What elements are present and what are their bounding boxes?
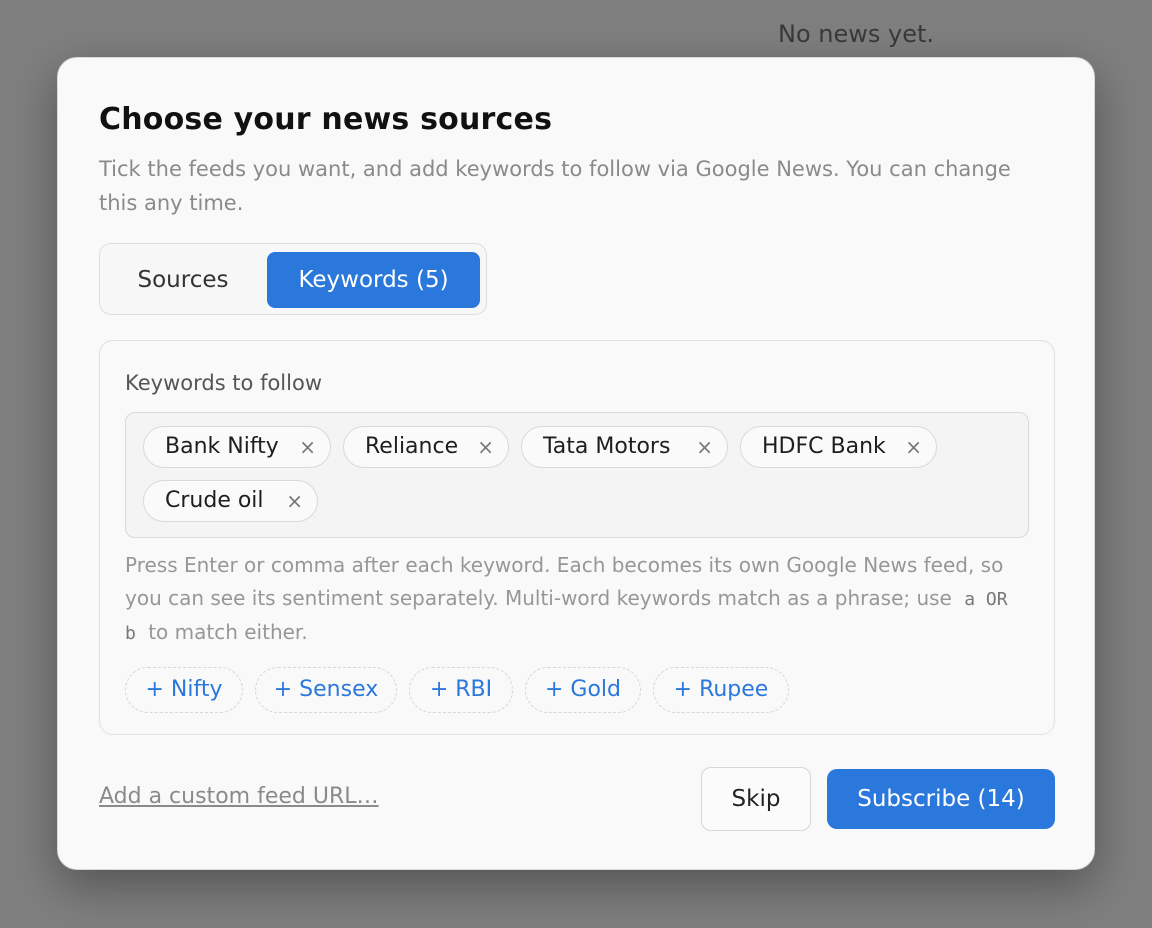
subscribe-button[interactable]: Subscribe (14) [827,769,1055,829]
tab-group: Sources Keywords (5) [99,243,487,315]
dialog-title: Choose your news sources [99,102,553,137]
keyword-chip: HDFC Bank × [740,426,937,468]
keyword-input-box[interactable]: Bank Nifty × Reliance × Tata Motors × HD… [125,412,1029,538]
remove-keyword-icon[interactable]: × [905,427,922,467]
keywords-label: Keywords to follow [125,371,322,395]
remove-keyword-icon[interactable]: × [286,481,303,521]
suggestion-chip-nifty[interactable]: + Nifty [125,667,243,713]
add-custom-feed-link[interactable]: Add a custom feed URL… [99,784,379,809]
suggestion-chip-sensex[interactable]: + Sensex [255,667,397,713]
suggestion-chip-rupee[interactable]: + Rupee [653,667,789,713]
keywords-panel: Keywords to follow Bank Nifty × Reliance… [99,340,1055,735]
help-text-part2: to match either. [148,620,308,644]
skip-button[interactable]: Skip [701,767,811,831]
keyword-chip: Bank Nifty × [143,426,331,468]
suggestion-chip-gold[interactable]: + Gold [525,667,641,713]
keyword-chip: Reliance × [343,426,509,468]
keyword-chip-label: Tata Motors [543,434,671,459]
keyword-chip-label: Reliance [365,434,459,459]
keywords-help-text: Press Enter or comma after each keyword.… [125,549,1035,650]
suggestion-chip-rbi[interactable]: + RBI [409,667,513,713]
help-text-part1: Press Enter or comma after each keyword.… [125,553,1004,610]
keyword-chip-label: Crude oil [165,488,264,513]
empty-state-text: No news yet. [778,20,935,48]
tab-keywords[interactable]: Keywords (5) [267,252,480,308]
keyword-chip-label: HDFC Bank [762,434,886,459]
news-sources-dialog: Choose your news sources Tick the feeds … [57,57,1095,870]
remove-keyword-icon[interactable]: × [696,427,713,467]
dialog-subtitle: Tick the feeds you want, and add keyword… [99,157,1011,215]
keyword-chip-label: Bank Nifty [165,434,279,459]
remove-keyword-icon[interactable]: × [477,427,494,467]
keyword-chip: Crude oil × [143,480,318,522]
keyword-chip: Tata Motors × [521,426,728,468]
remove-keyword-icon[interactable]: × [299,427,316,467]
tab-sources[interactable]: Sources [108,252,258,308]
